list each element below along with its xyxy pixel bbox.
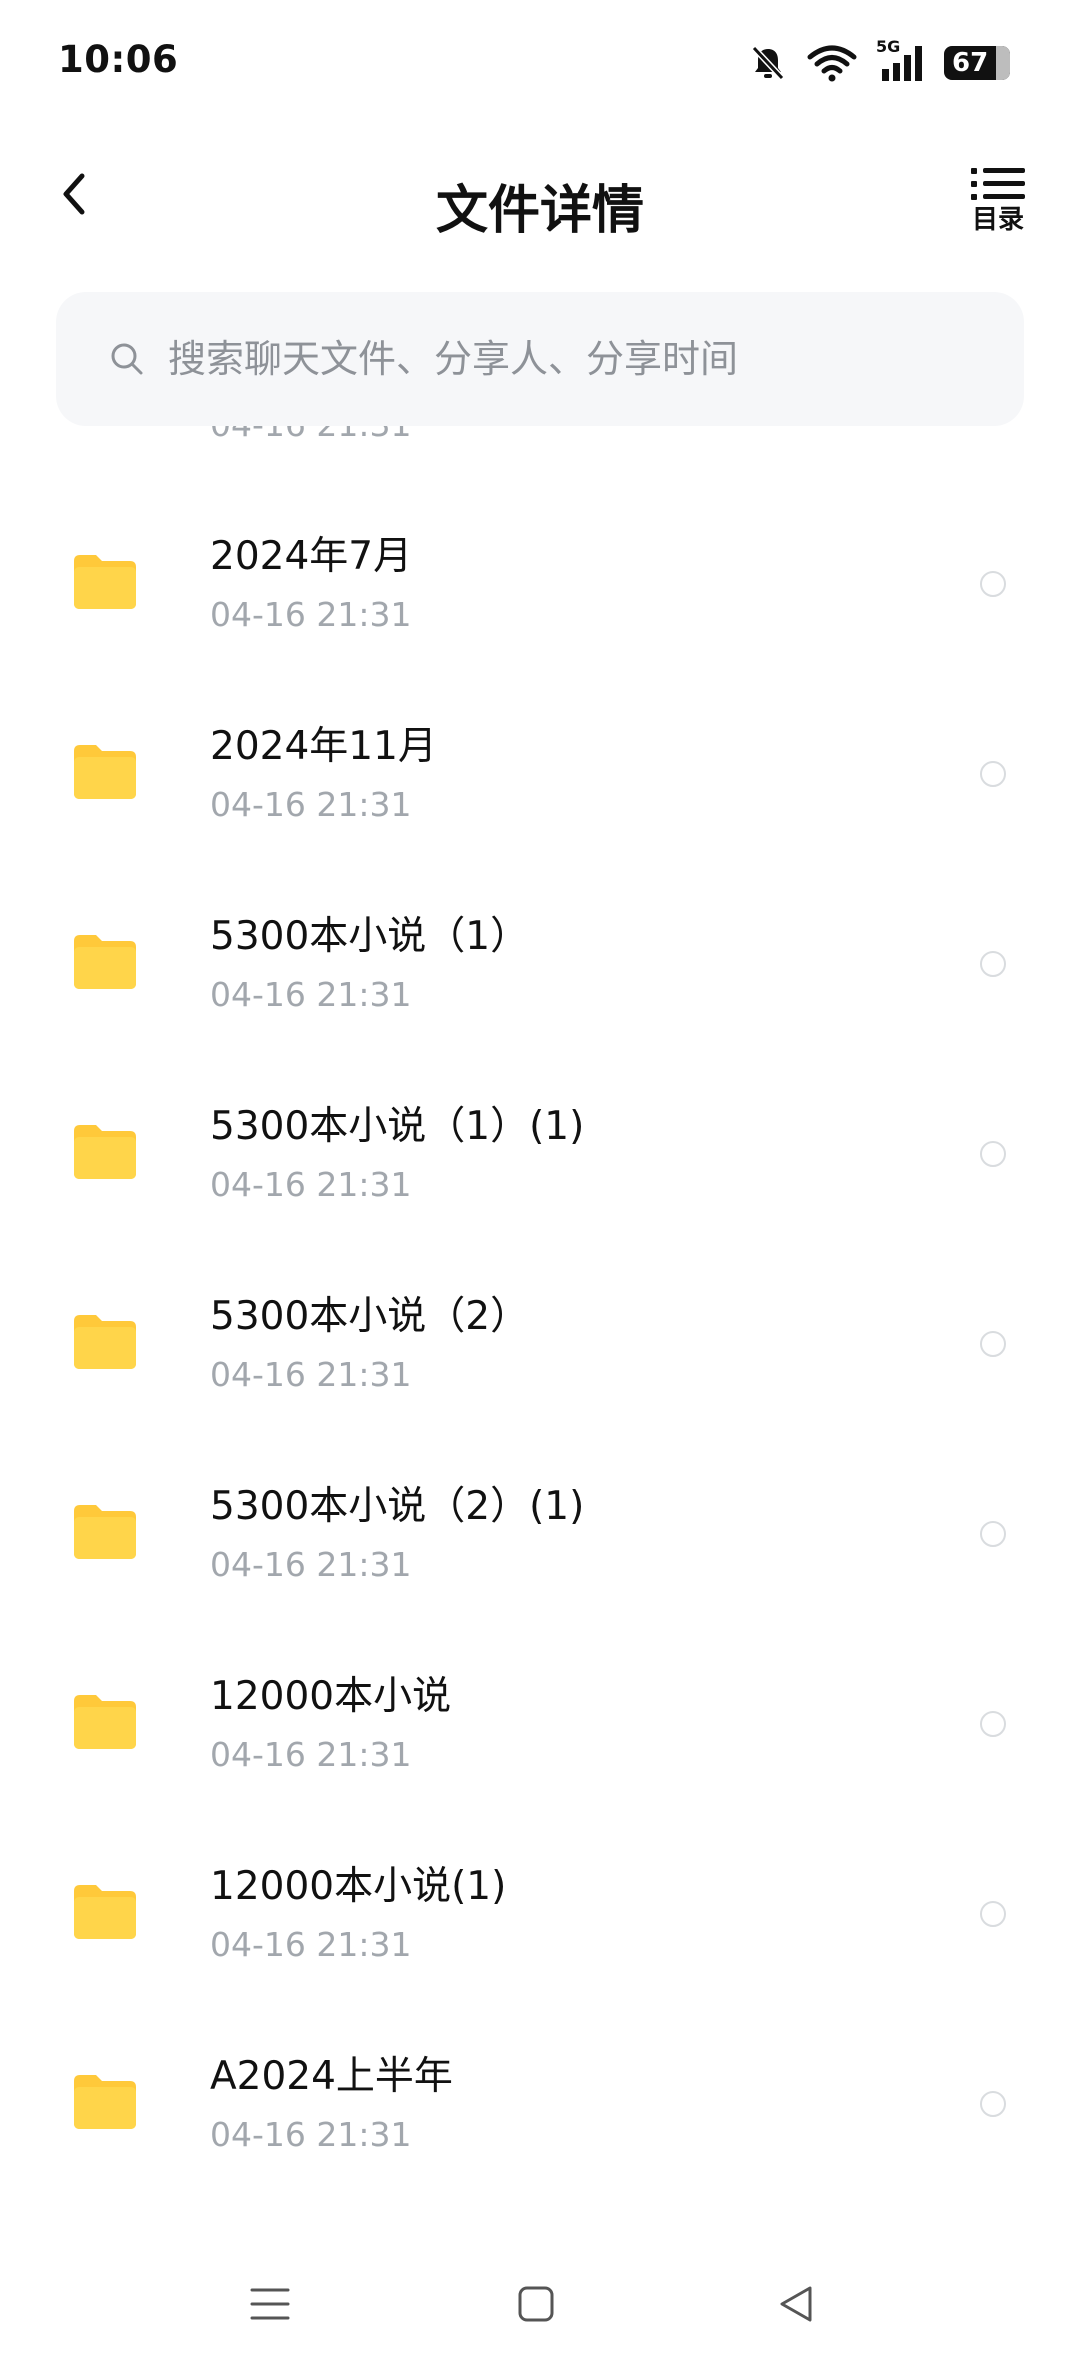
status-icons: 5G 67: [748, 37, 1010, 88]
select-radio[interactable]: [980, 2091, 1006, 2117]
search-box[interactable]: [56, 292, 1024, 426]
file-name: A2024上半年: [210, 2054, 453, 2099]
network-label: 5G: [876, 37, 901, 56]
select-radio[interactable]: [980, 1331, 1006, 1357]
file-name: 5300本小说（1）: [210, 914, 530, 959]
folder-icon: [74, 745, 136, 799]
select-radio[interactable]: [980, 1141, 1006, 1167]
system-back-button[interactable]: [766, 2274, 826, 2334]
select-radio[interactable]: [980, 761, 1006, 787]
folder-icon: [74, 935, 136, 989]
file-list[interactable]: 04-16 21:31 2024年7月 04-16 21:31 2024年11月…: [0, 426, 1080, 2216]
file-name: 12000本小说: [210, 1674, 452, 1719]
folder-icon: [74, 1695, 136, 1749]
list-item[interactable]: 04-16 21:31: [0, 426, 1080, 491]
toc-button[interactable]: 目录: [966, 164, 1030, 240]
folder-icon: [74, 2075, 136, 2129]
list-item[interactable]: 5300本小说（2）(1) 04-16 21:31: [0, 1441, 1080, 1631]
file-date: 04-16 21:31: [210, 1355, 412, 1394]
wifi-icon: [806, 43, 858, 83]
folder-icon: [74, 1315, 136, 1369]
battery-icon: 67: [944, 46, 1010, 80]
select-radio[interactable]: [980, 571, 1006, 597]
home-square-icon: [518, 2286, 554, 2322]
list-item[interactable]: 5300本小说（1）(1) 04-16 21:31: [0, 1061, 1080, 1251]
list-item[interactable]: 12000本小说(1) 04-16 21:31: [0, 1821, 1080, 2011]
battery-level: 67: [952, 48, 989, 78]
select-radio[interactable]: [980, 1711, 1006, 1737]
file-name: 2024年7月: [210, 534, 413, 579]
page-title: 文件详情: [435, 181, 644, 241]
search-input[interactable]: [166, 336, 990, 382]
file-date: 04-16 21:31: [210, 1545, 412, 1584]
file-date: 04-16 21:31: [210, 975, 412, 1014]
toc-label: 目录: [971, 205, 1024, 235]
file-name: 12000本小说(1): [210, 1864, 507, 1909]
file-name: 5300本小说（2）: [210, 1294, 530, 1339]
search-icon: [111, 343, 143, 375]
list-item[interactable]: 5300本小说（1） 04-16 21:31: [0, 871, 1080, 1061]
list-item[interactable]: 2024年7月 04-16 21:31: [0, 491, 1080, 681]
file-date: 04-16 21:31: [210, 1165, 412, 1204]
bell-muted-icon: [748, 43, 788, 83]
system-nav-bar: [0, 2230, 1080, 2376]
list-item[interactable]: 2024年11月 04-16 21:31: [0, 681, 1080, 871]
file-date: 04-16 21:31: [210, 1735, 412, 1774]
file-date: 04-16 21:31: [210, 2115, 412, 2154]
status-bar: 10:06 5G 67: [0, 0, 1080, 120]
recent-apps-button[interactable]: [240, 2274, 300, 2334]
list-icon: [971, 168, 1025, 200]
signal-5g-icon: 5G: [876, 37, 926, 83]
list-item[interactable]: 12000本小说 04-16 21:31: [0, 1631, 1080, 1821]
file-date: 04-16 21:31: [210, 595, 412, 634]
file-date: 04-16 21:31: [210, 785, 412, 824]
file-name: 5300本小说（2）(1): [210, 1484, 585, 1529]
file-date: 04-16 21:31: [210, 426, 411, 444]
header: 文件详情 目录: [0, 140, 1080, 260]
back-triangle-icon: [780, 2286, 812, 2322]
file-name: 2024年11月: [210, 724, 437, 769]
select-radio[interactable]: [980, 1521, 1006, 1547]
folder-icon: [74, 1505, 136, 1559]
menu-icon: [250, 2288, 290, 2320]
status-time: 10:06: [58, 38, 179, 81]
file-date: 04-16 21:31: [210, 1925, 412, 1964]
folder-icon: [74, 1125, 136, 1179]
home-button[interactable]: [506, 2274, 566, 2334]
folder-icon: [74, 555, 136, 609]
list-item[interactable]: A2024上半年 04-16 21:31: [0, 2011, 1080, 2201]
list-item[interactable]: 5300本小说（2） 04-16 21:31: [0, 1251, 1080, 1441]
file-name: 5300本小说（1）(1): [210, 1104, 585, 1149]
select-radio[interactable]: [980, 951, 1006, 977]
select-radio[interactable]: [980, 1901, 1006, 1927]
folder-icon: [74, 1885, 136, 1939]
